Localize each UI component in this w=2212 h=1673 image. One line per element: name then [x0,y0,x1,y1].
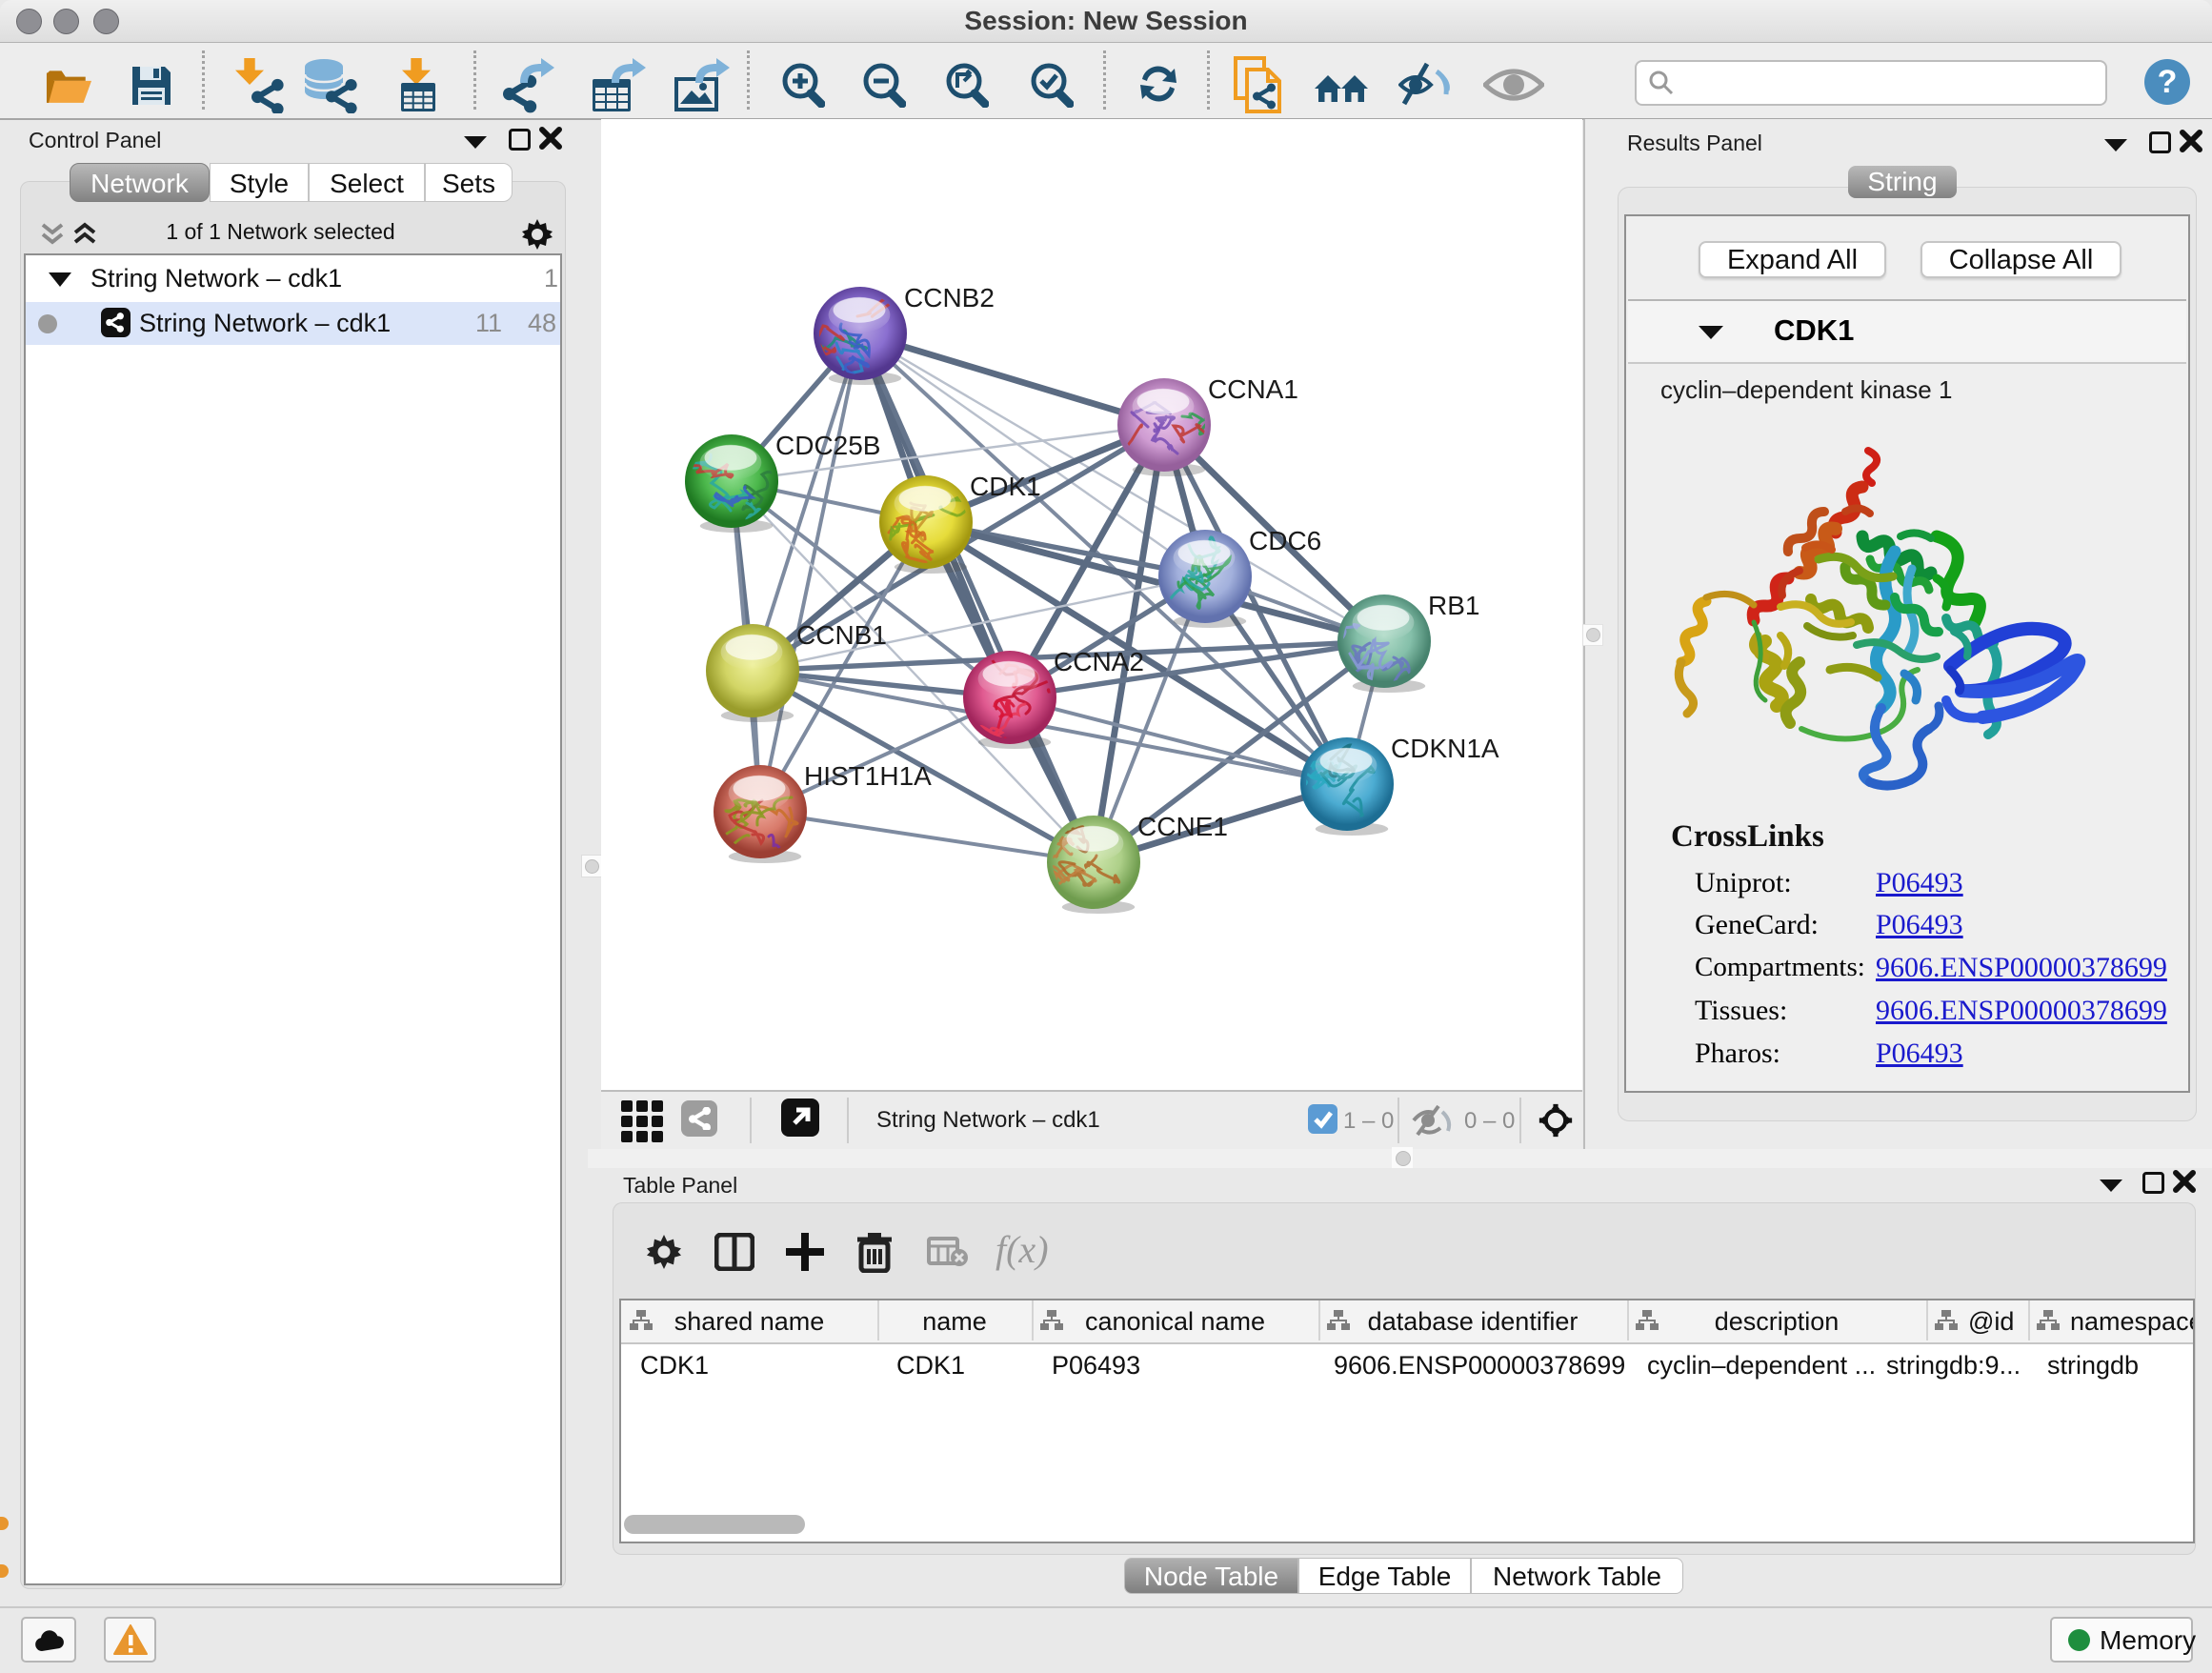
svg-text:HIST1H1A: HIST1H1A [804,761,932,791]
svg-text:RB1: RB1 [1428,591,1479,620]
svg-text:CCNA1: CCNA1 [1208,374,1298,404]
svg-text:?: ? [2158,64,2178,100]
svg-text:CDK1: CDK1 [970,472,1041,501]
svg-text:CCNE1: CCNE1 [1137,812,1228,841]
svg-text:CDC25B: CDC25B [775,431,880,460]
svg-text:CCNB2: CCNB2 [904,283,995,312]
svg-text:CCNB1: CCNB1 [796,620,887,650]
svg-text:CCNA2: CCNA2 [1054,647,1144,676]
svg-text:CDC6: CDC6 [1249,526,1321,555]
svg-text:CDKN1A: CDKN1A [1391,734,1499,763]
